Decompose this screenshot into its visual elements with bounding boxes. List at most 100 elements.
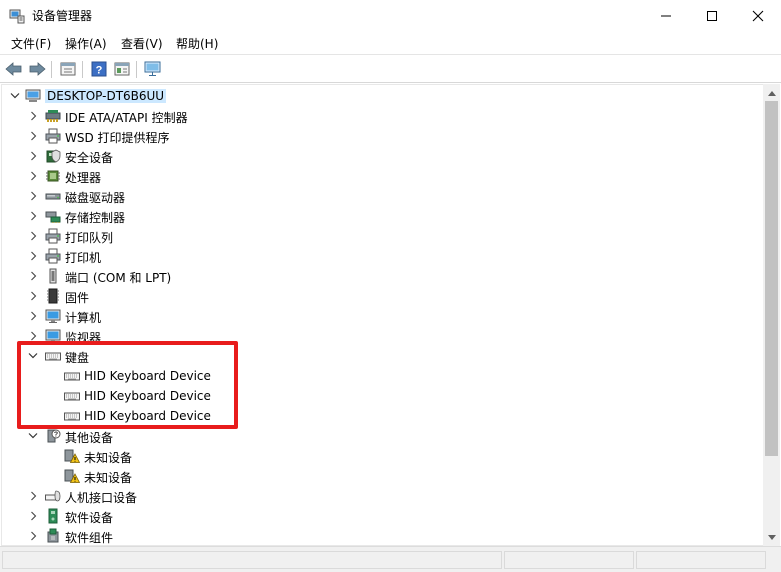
expand-toggle[interactable] — [27, 349, 39, 363]
device-manager-app-icon — [9, 9, 25, 24]
hid-icon — [45, 490, 61, 502]
expand-toggle[interactable] — [27, 109, 39, 123]
help-button[interactable]: ? — [89, 59, 109, 79]
tree-item-label: 磁盘驱动器 — [65, 191, 126, 205]
scroll-down-button[interactable] — [763, 529, 780, 546]
expand-toggle[interactable] — [27, 129, 39, 143]
chevron-right-icon — [30, 511, 36, 521]
action-view-button[interactable] — [112, 59, 132, 79]
tree-row[interactable]: 存储控制器 — [2, 206, 762, 226]
tree-row[interactable]: HID Keyboard Device — [2, 406, 762, 426]
expand-toggle[interactable] — [27, 169, 39, 183]
port-icon — [49, 268, 57, 284]
expand-toggle[interactable] — [27, 229, 39, 243]
close-icon — [752, 10, 764, 21]
device-tree[interactable]: DESKTOP-DT6B6UU IDE ATA/ATAPI 控制器 WSD 打印提… — [1, 84, 763, 546]
minimize-button[interactable] — [643, 0, 689, 31]
expand-toggle[interactable] — [27, 289, 39, 303]
tree-row[interactable]: 软件组件 — [2, 526, 762, 545]
expand-toggle[interactable] — [27, 209, 39, 223]
scan-hardware-button[interactable] — [143, 59, 163, 79]
printer-icon — [45, 228, 61, 244]
storage-controller-icon — [45, 211, 61, 223]
tree-row[interactable]: 软件设备 — [2, 506, 762, 526]
warning-device-icon — [64, 469, 80, 483]
tree-item-label: 监视器 — [65, 331, 102, 345]
tree-row[interactable]: 打印机 — [2, 246, 762, 266]
unknown-device-icon: ? — [47, 429, 61, 443]
toolbar-separator — [136, 61, 137, 78]
tree-row[interactable]: 处理器 — [2, 166, 762, 186]
properties-button[interactable] — [58, 59, 78, 79]
action-view-icon — [114, 62, 130, 76]
back-button[interactable] — [4, 59, 24, 79]
chevron-right-icon — [30, 111, 36, 121]
tree-item-label: 人机接口设备 — [65, 491, 138, 505]
chevron-right-icon — [30, 251, 36, 261]
chevron-right-icon — [30, 211, 36, 221]
title-bar[interactable]: 设备管理器 — [0, 0, 781, 31]
chevron-right-icon — [30, 491, 36, 501]
expand-toggle[interactable] — [27, 489, 39, 503]
maximize-button[interactable] — [689, 0, 735, 31]
menu-file[interactable]: 文件(F) — [11, 35, 51, 52]
expand-toggle[interactable] — [27, 149, 39, 163]
menu-bar: 文件(F) 操作(A) 查看(V) 帮助(H) — [0, 31, 781, 54]
properties-icon — [60, 62, 76, 76]
expand-toggle[interactable] — [9, 89, 21, 103]
tree-item-label: IDE ATA/ATAPI 控制器 — [65, 111, 188, 125]
tree-row[interactable]: ? 其他设备 — [2, 426, 762, 446]
disk-drive-icon — [45, 193, 61, 200]
expand-toggle[interactable] — [27, 309, 39, 323]
vertical-scrollbar[interactable] — [763, 84, 780, 546]
tree-row[interactable]: 监视器 — [2, 326, 762, 346]
tree-row[interactable]: HID Keyboard Device — [2, 366, 762, 386]
tree-root-row[interactable]: DESKTOP-DT6B6UU — [2, 86, 762, 106]
security-device-icon — [46, 149, 61, 163]
tree-row[interactable]: 安全设备 — [2, 146, 762, 166]
tree-row[interactable]: HID Keyboard Device — [2, 386, 762, 406]
scrollbar-thumb[interactable] — [765, 101, 778, 456]
chevron-down-icon — [28, 433, 38, 439]
status-cell — [636, 551, 766, 569]
keyboard-icon — [64, 412, 80, 421]
scroll-up-button[interactable] — [763, 84, 780, 101]
tree-row[interactable]: 打印队列 — [2, 226, 762, 246]
tree-row[interactable]: 端口 (COM 和 LPT) — [2, 266, 762, 286]
processor-icon — [46, 170, 60, 182]
menu-help[interactable]: 帮助(H) — [176, 35, 218, 52]
keyboard-icon — [64, 392, 80, 401]
tree-row[interactable]: 人机接口设备 — [2, 486, 762, 506]
tree-item-label: 存储控制器 — [65, 211, 126, 225]
tree-row[interactable]: WSD 打印提供程序 — [2, 126, 762, 146]
expand-toggle[interactable] — [27, 269, 39, 283]
expand-toggle[interactable] — [27, 249, 39, 263]
expand-toggle[interactable] — [27, 529, 39, 543]
warning-device-icon — [64, 449, 80, 463]
tree-item-label: HID Keyboard Device — [84, 389, 211, 403]
close-button[interactable] — [735, 0, 781, 31]
expand-toggle[interactable] — [27, 189, 39, 203]
expand-toggle[interactable] — [27, 429, 39, 443]
tree-row[interactable]: 磁盘驱动器 — [2, 186, 762, 206]
tree-item-label: 计算机 — [65, 311, 102, 325]
expand-toggle[interactable] — [27, 329, 39, 343]
scroll-up-arrow-icon — [767, 90, 776, 96]
tree-row[interactable]: IDE ATA/ATAPI 控制器 — [2, 106, 762, 126]
tree-item-label: WSD 打印提供程序 — [65, 131, 170, 145]
tree-row[interactable]: 键盘 — [2, 346, 762, 366]
chevron-down-icon — [10, 93, 20, 99]
expand-toggle[interactable] — [27, 509, 39, 523]
chevron-right-icon — [30, 171, 36, 181]
menu-action[interactable]: 操作(A) — [65, 35, 107, 52]
menu-view[interactable]: 查看(V) — [121, 35, 163, 52]
tree-row[interactable]: 计算机 — [2, 306, 762, 326]
tree-row[interactable]: 未知设备 — [2, 446, 762, 466]
tree-row[interactable]: 固件 — [2, 286, 762, 306]
forward-button[interactable] — [27, 59, 47, 79]
toolbar: ? — [0, 54, 781, 83]
svg-text:?: ? — [96, 65, 103, 77]
tree-row[interactable]: 未知设备 — [2, 466, 762, 486]
minimize-icon — [661, 15, 671, 16]
tree-item-label: HID Keyboard Device — [84, 409, 211, 423]
